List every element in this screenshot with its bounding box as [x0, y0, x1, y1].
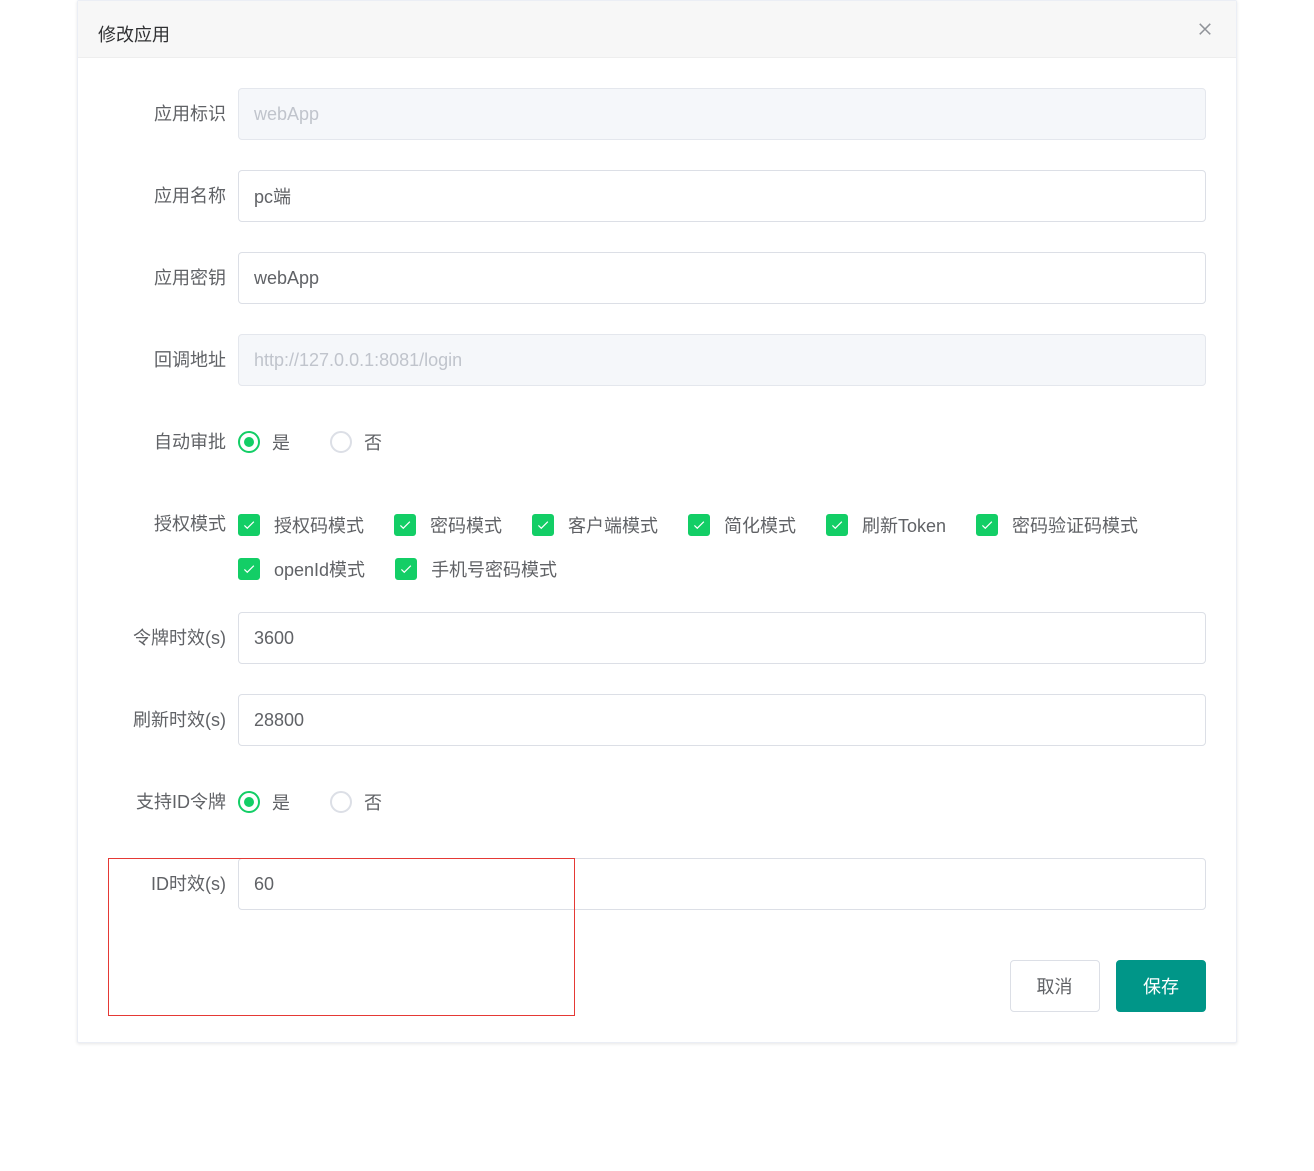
close-icon[interactable] [1194, 19, 1216, 41]
id-validity-input[interactable] [238, 858, 1206, 910]
label-token-validity: 令牌时效(s) [108, 612, 238, 664]
check-icon [238, 514, 260, 536]
radio-circle-icon [330, 431, 352, 453]
label-id-validity: ID时效(s) [108, 858, 238, 910]
label-callback: 回调地址 [108, 334, 238, 386]
grant-type-authcode[interactable]: 授权码模式 [238, 512, 364, 538]
grant-type-client[interactable]: 客户端模式 [532, 512, 658, 538]
form-item-support-id-token: 支持ID令牌 是 否 [108, 776, 1206, 828]
label-app-id: 应用标识 [108, 88, 238, 140]
checkbox-label: 密码验证码模式 [1012, 512, 1138, 538]
app-id-input [238, 88, 1206, 140]
auto-approve-yes[interactable]: 是 [238, 429, 290, 455]
grant-type-implicit[interactable]: 简化模式 [688, 512, 796, 538]
dialog-body: 应用标识 应用名称 应用密钥 回调地址 自动审批 [78, 58, 1236, 950]
support-id-token-radio-group: 是 否 [238, 776, 1206, 828]
checkbox-label: 密码模式 [430, 512, 502, 538]
label-refresh-validity: 刷新时效(s) [108, 694, 238, 746]
grant-type-mobile-pwd[interactable]: 手机号密码模式 [395, 556, 557, 582]
support-id-no[interactable]: 否 [330, 789, 382, 815]
form-item-callback: 回调地址 [108, 334, 1206, 386]
modify-app-dialog: 修改应用 应用标识 应用名称 应用密钥 回调地址 [77, 0, 1237, 1043]
app-name-input[interactable] [238, 170, 1206, 222]
check-icon [826, 514, 848, 536]
label-support-id-token: 支持ID令牌 [108, 776, 238, 828]
grant-type-password[interactable]: 密码模式 [394, 512, 502, 538]
dialog-header: 修改应用 [78, 1, 1236, 58]
form-item-token-validity: 令牌时效(s) [108, 612, 1206, 664]
radio-label-yes: 是 [272, 789, 290, 815]
checkbox-label: 刷新Token [862, 512, 946, 538]
cancel-button[interactable]: 取消 [1010, 960, 1100, 1012]
grant-types-group: 授权码模式 密码模式 客户端模式 简化模式 刷新Token 密码验证码模式 op… [238, 498, 1206, 582]
app-secret-input[interactable] [238, 252, 1206, 304]
dialog-footer: 取消 保存 [78, 950, 1236, 1042]
auto-approve-no[interactable]: 否 [330, 429, 382, 455]
save-button[interactable]: 保存 [1116, 960, 1206, 1012]
radio-dot-icon [238, 791, 260, 813]
radio-label-no: 否 [364, 789, 382, 815]
grant-type-openid[interactable]: openId模式 [238, 556, 365, 582]
radio-label-yes: 是 [272, 429, 290, 455]
check-icon [976, 514, 998, 536]
radio-circle-icon [330, 791, 352, 813]
token-validity-input[interactable] [238, 612, 1206, 664]
checkbox-label: 手机号密码模式 [431, 556, 557, 582]
support-id-yes[interactable]: 是 [238, 789, 290, 815]
label-grant-types: 授权模式 [108, 498, 238, 550]
checkbox-label: 客户端模式 [568, 512, 658, 538]
form-item-app-secret: 应用密钥 [108, 252, 1206, 304]
checkbox-label: 授权码模式 [274, 512, 364, 538]
radio-dot-icon [238, 431, 260, 453]
check-icon [394, 514, 416, 536]
check-icon [688, 514, 710, 536]
checkbox-label: openId模式 [274, 556, 365, 582]
checkbox-label: 简化模式 [724, 512, 796, 538]
form-item-app-name: 应用名称 [108, 170, 1206, 222]
form-item-auto-approve: 自动审批 是 否 [108, 416, 1206, 468]
label-auto-approve: 自动审批 [108, 416, 238, 468]
form-item-app-id: 应用标识 [108, 88, 1206, 140]
callback-input [238, 334, 1206, 386]
check-icon [532, 514, 554, 536]
grant-type-pwd-captcha[interactable]: 密码验证码模式 [976, 512, 1138, 538]
label-app-name: 应用名称 [108, 170, 238, 222]
check-icon [395, 558, 417, 580]
check-icon [238, 558, 260, 580]
form-item-refresh-validity: 刷新时效(s) [108, 694, 1206, 746]
grant-type-refresh[interactable]: 刷新Token [826, 512, 946, 538]
label-app-secret: 应用密钥 [108, 252, 238, 304]
refresh-validity-input[interactable] [238, 694, 1206, 746]
dialog-title: 修改应用 [98, 25, 170, 45]
form-item-id-validity: ID时效(s) [108, 858, 1206, 910]
radio-label-no: 否 [364, 429, 382, 455]
auto-approve-radio-group: 是 否 [238, 416, 1206, 468]
form-item-grant-types: 授权模式 授权码模式 密码模式 客户端模式 简化模式 刷新Token 密码验证码… [108, 498, 1206, 582]
